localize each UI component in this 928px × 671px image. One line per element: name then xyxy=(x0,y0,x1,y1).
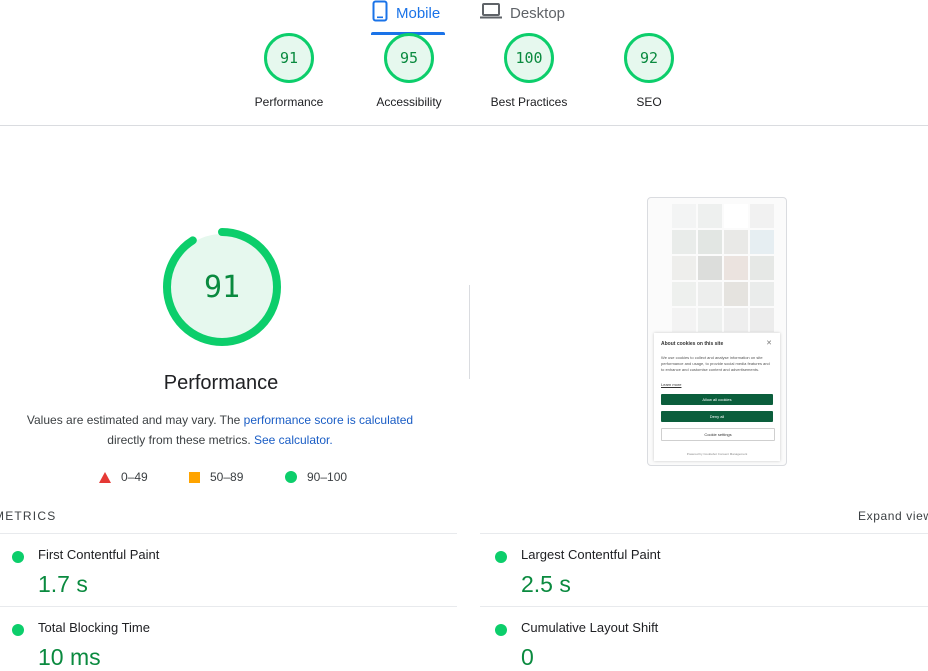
blur-tile xyxy=(672,230,696,254)
cookie-settings-button: Cookie settings xyxy=(661,428,775,441)
cookie-learn-more: Learn more xyxy=(661,382,682,387)
blur-tile xyxy=(750,230,774,254)
blur-tile xyxy=(672,204,696,228)
metric-name: Largest Contentful Paint xyxy=(521,547,661,562)
tab-mobile-label: Mobile xyxy=(396,4,441,22)
score-description: Values are estimated and may vary. The p… xyxy=(20,410,420,450)
metric-name: Total Blocking Time xyxy=(38,620,150,635)
triangle-icon xyxy=(99,471,111,483)
legend-pass: 90–100 xyxy=(285,470,347,484)
score-circle: 100 xyxy=(504,33,554,83)
metric-value: 1.7 s xyxy=(38,571,88,597)
cookie-body: We use cookies to collect and analyse in… xyxy=(661,355,770,372)
metric-cls: Cumulative Layout Shift 0 xyxy=(483,620,903,670)
section-divider xyxy=(0,125,928,126)
cookie-footer: Powered by Cookiebot Consent Management xyxy=(686,452,748,456)
square-icon xyxy=(189,471,200,483)
gauge-performance[interactable]: 91 Performance xyxy=(229,33,349,109)
tab-desktop-label: Desktop xyxy=(510,4,566,22)
blur-tile xyxy=(698,230,722,254)
blur-tile xyxy=(750,308,774,332)
blur-tile xyxy=(750,282,774,306)
metrics-heading: METRICS xyxy=(0,509,57,523)
legend-label: 0–49 xyxy=(121,470,148,484)
see-calculator-link[interactable]: See calculator. xyxy=(254,433,333,447)
allow-cookies-button: Allow all cookies xyxy=(661,394,773,405)
score-circle: 91 xyxy=(264,33,314,83)
legend-average: 50–89 xyxy=(189,470,243,484)
gauge-label: Best Practices xyxy=(490,95,568,109)
blur-tile xyxy=(724,230,748,254)
blur-tile xyxy=(698,204,722,228)
blur-tile xyxy=(724,282,748,306)
cookie-title: About cookies on this site xyxy=(661,341,724,347)
cookie-banner-preview: About cookies on this site ✕ We use cook… xyxy=(654,333,780,461)
gauge-label: Accessibility xyxy=(376,95,442,109)
desc-text-2: directly from these metrics. xyxy=(107,433,254,447)
circle-icon xyxy=(285,471,297,483)
expand-view-toggle[interactable]: Expand view xyxy=(858,509,928,523)
pass-circle-icon xyxy=(495,551,507,563)
blur-tile xyxy=(698,308,722,332)
metric-name: First Contentful Paint xyxy=(38,547,160,562)
metrics-divider xyxy=(480,533,928,534)
gauge-seo[interactable]: 92 SEO xyxy=(589,33,709,109)
metric-lcp: Largest Contentful Paint 2.5 s xyxy=(483,547,903,597)
gauge-best-practices[interactable]: 100 Best Practices xyxy=(469,33,589,109)
close-icon: ✕ xyxy=(766,340,772,347)
blur-tile xyxy=(750,204,774,228)
metrics-divider xyxy=(480,606,928,607)
metric-value: 10 ms xyxy=(38,644,101,670)
metric-value: 0 xyxy=(521,644,534,670)
tab-mobile[interactable]: Mobile xyxy=(372,0,440,26)
score-circle: 95 xyxy=(384,33,434,83)
metrics-divider xyxy=(0,606,457,607)
desc-text: Values are estimated and may vary. The xyxy=(26,413,244,427)
blur-tile xyxy=(698,256,722,280)
phone-icon xyxy=(372,0,388,26)
gauge-label: SEO xyxy=(636,95,662,109)
pass-circle-icon xyxy=(12,624,24,636)
performance-title: Performance xyxy=(163,372,279,394)
metrics-divider xyxy=(0,533,457,534)
metric-name: Cumulative Layout Shift xyxy=(521,620,659,635)
legend-fail: 0–49 xyxy=(99,470,148,484)
legend-label: 90–100 xyxy=(307,470,348,484)
metric-fcp: First Contentful Paint 1.7 s xyxy=(0,547,420,597)
legend-label: 50–89 xyxy=(210,470,244,484)
performance-score-link[interactable]: performance score is calculated xyxy=(244,413,413,427)
gauge-accessibility[interactable]: 95 Accessibility xyxy=(349,33,469,109)
gauge-label: Performance xyxy=(254,95,324,109)
blur-tile xyxy=(724,308,748,332)
blur-tile xyxy=(750,256,774,280)
metric-value: 2.5 s xyxy=(521,571,571,597)
vertical-divider xyxy=(469,285,470,379)
score-circle: 92 xyxy=(624,33,674,83)
blur-tile xyxy=(724,204,748,228)
laptop-icon xyxy=(480,2,502,24)
blur-tile xyxy=(672,282,696,306)
performance-score: 91 xyxy=(203,269,241,305)
blur-tile xyxy=(724,256,748,280)
pass-circle-icon xyxy=(12,551,24,563)
blur-tile xyxy=(698,282,722,306)
blur-tile xyxy=(672,308,696,332)
pass-circle-icon xyxy=(495,624,507,636)
deny-cookies-button: Deny all xyxy=(661,411,773,422)
page-screenshot-thumbnail[interactable]: About cookies on this site ✕ We use cook… xyxy=(647,197,787,466)
tab-desktop[interactable]: Desktop xyxy=(480,0,565,26)
metric-tbt: Total Blocking Time 10 ms xyxy=(0,620,420,670)
blur-tile xyxy=(672,256,696,280)
